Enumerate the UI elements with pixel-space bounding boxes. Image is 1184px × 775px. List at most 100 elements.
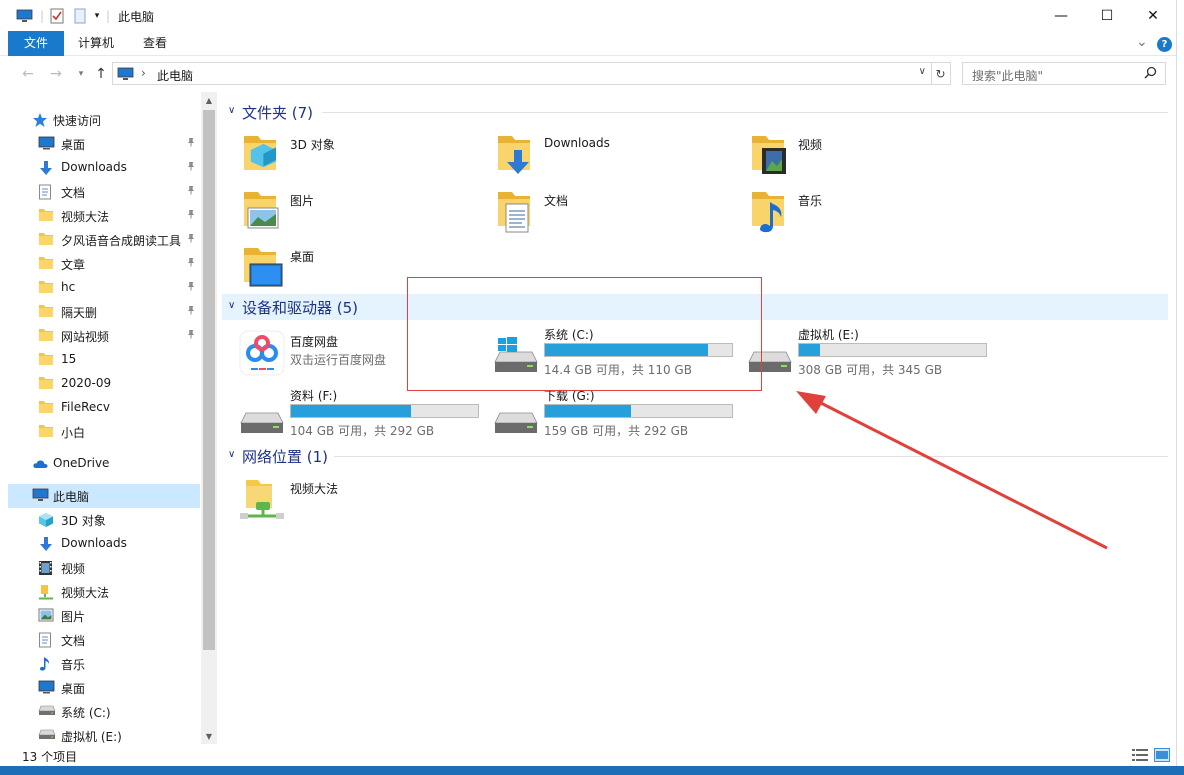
nav-pc-item[interactable]: 图片 xyxy=(8,604,200,628)
details-view-icon[interactable] xyxy=(1132,748,1148,762)
nav-quick-item[interactable]: 文章 xyxy=(8,252,200,276)
address-bar[interactable]: › 此电脑 ∨ xyxy=(112,62,932,85)
title-bar: | ▾ | 此电脑 — ☐ ✕ xyxy=(0,0,1184,31)
ribbon-tabs: 文件 计算机 查看 ⌄ ? xyxy=(0,31,1184,56)
minimize-button[interactable]: — xyxy=(1038,0,1084,31)
folder-tile[interactable]: Downloads xyxy=(492,130,692,182)
search-input[interactable]: 搜索"此电脑" xyxy=(962,62,1166,85)
nav-label: 快速访问 xyxy=(53,114,102,128)
tile-name: 视频大法 xyxy=(290,482,339,496)
drive-tile[interactable]: 资料 (F:) 104 GB 可用，共 292 GB xyxy=(238,387,483,439)
nav-pc-item[interactable]: 文档 xyxy=(8,628,200,652)
folder-tile[interactable]: 视频 xyxy=(746,130,946,182)
nav-pc-item[interactable]: 视频大法 xyxy=(8,580,200,604)
refresh-icon[interactable]: ↻ xyxy=(931,62,951,85)
large-icons-view-icon[interactable] xyxy=(1154,748,1170,762)
chevron-down-icon[interactable]: ∨ xyxy=(228,105,235,116)
recent-locations-icon[interactable]: ▾ xyxy=(70,64,92,84)
nav-quick-item[interactable]: Downloads xyxy=(8,156,200,180)
group-title: 文件夹 (7) xyxy=(242,104,314,122)
chevron-down-icon[interactable]: ∨ xyxy=(228,300,235,311)
nav-quick-item[interactable]: 小白 xyxy=(8,420,200,444)
close-button[interactable]: ✕ xyxy=(1130,0,1176,31)
tab-file[interactable]: 文件 xyxy=(8,31,64,56)
drive-icon xyxy=(238,391,286,439)
forward-button[interactable]: → xyxy=(45,64,67,84)
customize-qa-icon[interactable]: ▾ xyxy=(90,6,104,26)
star-icon xyxy=(32,112,49,128)
nav-quick-item[interactable]: 夕风语音合成朗读工具V xyxy=(8,228,200,252)
nav-pc-item[interactable]: 桌面 xyxy=(8,676,200,700)
picture-icon xyxy=(38,608,55,624)
3d-objects-folder-icon xyxy=(238,130,286,178)
scroll-thumb[interactable] xyxy=(203,110,215,650)
group-divider xyxy=(334,456,1168,457)
nav-quick-item[interactable]: 隔天删 xyxy=(8,300,200,324)
tile-name: Downloads xyxy=(544,136,610,150)
up-button[interactable]: ↑ xyxy=(90,64,112,84)
tab-view[interactable]: 查看 xyxy=(130,31,180,56)
folder-tile[interactable]: 文档 xyxy=(492,186,692,238)
nav-pc-item[interactable]: Downloads xyxy=(8,532,200,556)
nav-quick-item[interactable]: 网站视频 xyxy=(8,324,200,348)
nav-label: Downloads xyxy=(61,536,127,550)
nav-this-pc[interactable]: 此电脑 xyxy=(8,484,200,508)
drive-usage-bar xyxy=(544,404,733,418)
maximize-button[interactable]: ☐ xyxy=(1084,0,1130,31)
search-icon[interactable] xyxy=(1144,66,1157,82)
nav-quick-item[interactable]: hc xyxy=(8,276,200,300)
computer-icon[interactable] xyxy=(14,6,34,26)
group-title: 设备和驱动器 (5) xyxy=(242,299,359,317)
download-icon xyxy=(38,160,55,176)
search-placeholder: 搜索"此电脑" xyxy=(972,69,1044,83)
nav-label: hc xyxy=(61,280,76,294)
drive-tile[interactable]: 虚拟机 (E:) 308 GB 可用，共 345 GB xyxy=(746,326,991,378)
documents-folder-icon xyxy=(492,186,540,234)
nav-label: 文章 xyxy=(61,258,86,272)
network-location-tile[interactable]: 视频大法 xyxy=(238,474,438,526)
folder-tile[interactable]: 图片 xyxy=(238,186,438,238)
scroll-up-arrow[interactable]: ▲ xyxy=(201,92,217,108)
new-folder-icon[interactable] xyxy=(72,6,88,26)
folder-icon xyxy=(38,256,55,272)
group-network[interactable]: ∨ 网络位置 (1) xyxy=(222,443,1168,469)
nav-pc-item[interactable]: 3D 对象 xyxy=(8,508,200,532)
collapse-ribbon-icon[interactable]: ⌄ xyxy=(1136,34,1148,50)
tile-name: 3D 对象 xyxy=(290,138,335,152)
tab-computer[interactable]: 计算机 xyxy=(65,31,127,56)
help-icon[interactable]: ? xyxy=(1157,37,1172,52)
nav-quick-access[interactable]: 快速访问 xyxy=(8,108,200,132)
nav-quick-item[interactable]: 15 xyxy=(8,348,200,372)
nav-quick-item[interactable]: FileRecv xyxy=(8,396,200,420)
cloud-icon xyxy=(32,456,49,472)
breadcrumb-separator[interactable]: › xyxy=(141,66,146,80)
address-dropdown-icon[interactable]: ∨ xyxy=(919,66,926,77)
nav-label: 虚拟机 (E:) xyxy=(61,730,122,744)
nav-pc-item[interactable]: 视频 xyxy=(8,556,200,580)
nav-pc-item[interactable]: 虚拟机 (E:) xyxy=(8,724,200,744)
drive-name: 资料 (F:) xyxy=(290,389,338,403)
properties-icon[interactable] xyxy=(48,6,66,26)
drive-usage-bar xyxy=(798,343,987,357)
nav-pc-item[interactable]: 系统 (C:) xyxy=(8,700,200,724)
folder-tile[interactable]: 音乐 xyxy=(746,186,946,238)
nav-onedrive[interactable]: OneDrive xyxy=(8,452,200,476)
chevron-down-icon[interactable]: ∨ xyxy=(228,449,235,460)
annotation-box xyxy=(407,277,762,391)
breadcrumb[interactable]: 此电脑 xyxy=(157,67,193,84)
pin-icon xyxy=(186,257,196,270)
drive-tile[interactable]: 下载 (G:) 159 GB 可用，共 292 GB xyxy=(492,387,737,439)
tile-name: 音乐 xyxy=(798,194,823,208)
nav-quick-item[interactable]: 2020-09 xyxy=(8,372,200,396)
nav-quick-item[interactable]: 视频大法 xyxy=(8,204,200,228)
3d-objects-icon xyxy=(38,512,55,528)
scroll-down-arrow[interactable]: ▼ xyxy=(201,728,217,744)
nav-pc-item[interactable]: 音乐 xyxy=(8,652,200,676)
group-folders[interactable]: ∨ 文件夹 (7) xyxy=(222,99,1168,125)
nav-scrollbar[interactable]: ▲ ▼ xyxy=(201,92,217,744)
folder-tile[interactable]: 3D 对象 xyxy=(238,130,438,182)
back-button[interactable]: ← xyxy=(17,64,39,84)
navigation-pane[interactable]: 快速访问 桌面 Downloads 文档 视频大法 夕风语音合成朗读工具V 文章 hc 隔天删… xyxy=(0,92,201,744)
nav-quick-item[interactable]: 桌面 xyxy=(8,132,200,156)
nav-quick-item[interactable]: 文档 xyxy=(8,180,200,204)
